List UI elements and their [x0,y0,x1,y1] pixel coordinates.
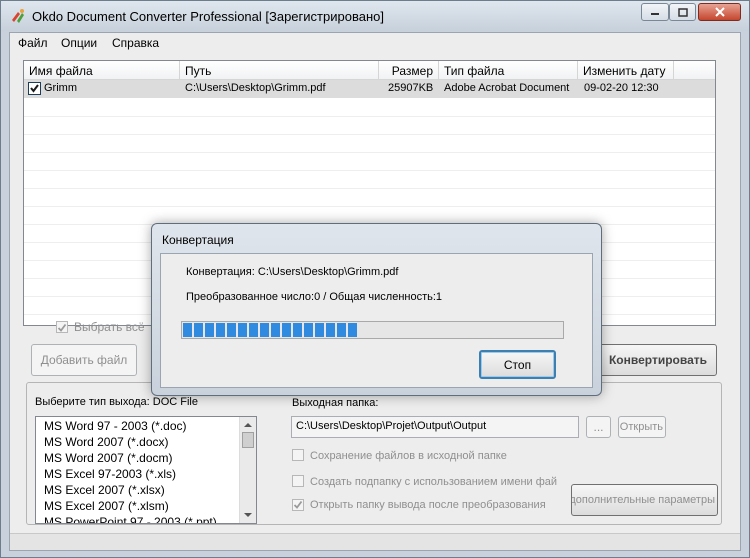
convert-label: Конвертировать [608,353,708,367]
add-files-button[interactable]: Добавить файл [31,344,137,376]
option-label: Создать подпапку с использованием имени … [310,476,557,488]
dialog-body: Конвертация: C:\Users\Desktop\Grimm.pdf … [160,253,593,388]
conversion-progress-bar [181,321,564,339]
list-item[interactable]: MS Word 97 - 2003 (*.doc) [44,419,187,433]
option-save-in-source[interactable]: Сохранение файлов в исходной папке [292,449,507,462]
output-folder-input[interactable]: C:\Users\Desktop\Projet\Output\Output [291,416,579,438]
option-label: Открыть папку вывода после преобразовани… [310,499,546,511]
open-folder-button[interactable]: Открыть [618,416,666,438]
title-bar[interactable]: Okdo Document Converter Professional [За… [1,1,749,31]
option-label: Сохранение файлов в исходной папке [310,450,507,462]
window-title: Okdo Document Converter Professional [За… [32,9,384,24]
maximize-icon [677,7,688,17]
open-folder-label: Открыть [619,421,663,433]
grid-line [24,206,715,207]
option-checkbox [292,475,304,487]
output-folder-label: Выходная папка: [292,397,379,409]
grid-line [24,152,715,153]
app-logo-icon [12,9,24,23]
select-all-box [56,321,68,333]
list-item[interactable]: MS Word 2007 (*.docx) [44,435,169,449]
list-item[interactable]: MS Excel 2007 (*.xlsm) [44,499,169,513]
browse-button[interactable]: ... [586,416,611,438]
output-type-line: Выберите тип выхода: DOC File [35,396,198,408]
checkmark-icon [30,84,39,93]
close-icon [714,7,725,17]
column-modified-date[interactable]: Изменить дату [578,61,674,80]
menu-options[interactable]: Опции [61,36,97,50]
convert-button[interactable]: Конвертировать [599,344,717,376]
grid-line [24,134,715,135]
output-type-label: Выберите тип выхода: [35,396,150,408]
output-type-value: DOC File [152,396,198,408]
grid-line [24,188,715,189]
menu-help[interactable]: Справка [112,36,159,50]
converting-file: C:\Users\Desktop\Grimm.pdf [257,266,399,278]
scroll-up-icon[interactable] [240,419,256,431]
menu-file[interactable]: Файл [18,36,48,50]
converting-label: Конвертация: [186,266,255,278]
cell-modified-date: 09-02-20 12:30 [584,82,659,94]
option-checkbox [292,499,304,511]
checkmark-icon [293,500,303,509]
status-bar [10,533,740,550]
option-create-subfolder[interactable]: Создать подпапку с использованием имени … [292,475,557,488]
table-row[interactable]: Grimm C:\Users\Desktop\Grimm.pdf 25907KB… [24,80,715,98]
row-checkbox[interactable] [28,82,41,95]
scroll-down-icon[interactable] [240,509,256,521]
grid-line [24,170,715,171]
converting-line: Конвертация: C:\Users\Desktop\Grimm.pdf [186,266,398,278]
progress-fill [183,323,357,337]
select-all-label: Выбрать всё [74,320,145,334]
list-item[interactable]: MS Excel 2007 (*.xlsx) [44,483,165,497]
menu-bar: Файл Опции Справка [10,33,740,53]
scroll-thumb[interactable] [242,432,254,448]
minimize-icon [651,13,659,15]
dialog-title: Конвертация [162,233,234,247]
cell-file-type: Adobe Acrobat Document [444,82,570,94]
format-list-scrollbar[interactable] [239,417,256,523]
stop-button[interactable]: Стоп [479,350,556,379]
column-file-type[interactable]: Тип файла [439,61,578,80]
add-files-label: Добавить файл [40,353,128,367]
option-open-output-folder[interactable]: Открыть папку вывода после преобразовани… [292,499,546,511]
main-window: Okdo Document Converter Professional [За… [0,0,750,558]
conversion-dialog: Конвертация Конвертация: C:\Users\Deskto… [151,223,602,396]
cell-file-name: Grimm [44,82,77,94]
column-path[interactable]: Путь [180,61,379,80]
cell-size: 25907KB [388,82,434,94]
conversion-count: Преобразованное число:0 / Общая численно… [186,291,443,303]
list-item[interactable]: MS Word 2007 (*.docm) [44,451,173,465]
maximize-button[interactable] [669,3,696,21]
close-button[interactable] [698,3,741,21]
list-item[interactable]: MS PowerPoint 97 - 2003 (*.ppt) [44,515,217,523]
column-size[interactable]: Размер [379,61,439,80]
grid-line [24,116,715,117]
cell-path: C:\Users\Desktop\Grimm.pdf [185,82,326,94]
column-file-name[interactable]: Имя файла [24,61,180,80]
checkmark-icon [57,323,67,332]
stop-label: Стоп [503,357,532,372]
option-checkbox [292,449,304,461]
advanced-settings-label: Установить дополнительные параметры [571,494,715,506]
file-list-header: Имя файла Путь Размер Тип файла Изменить… [24,61,715,80]
minimize-button[interactable] [641,3,669,21]
advanced-settings-button[interactable]: Установить дополнительные параметры [571,484,718,516]
list-item[interactable]: MS Excel 97-2003 (*.xls) [44,467,176,481]
select-all-checkbox[interactable]: Выбрать всё [56,320,145,334]
output-format-list[interactable]: MS Word 97 - 2003 (*.doc) MS Word 2007 (… [35,416,257,524]
